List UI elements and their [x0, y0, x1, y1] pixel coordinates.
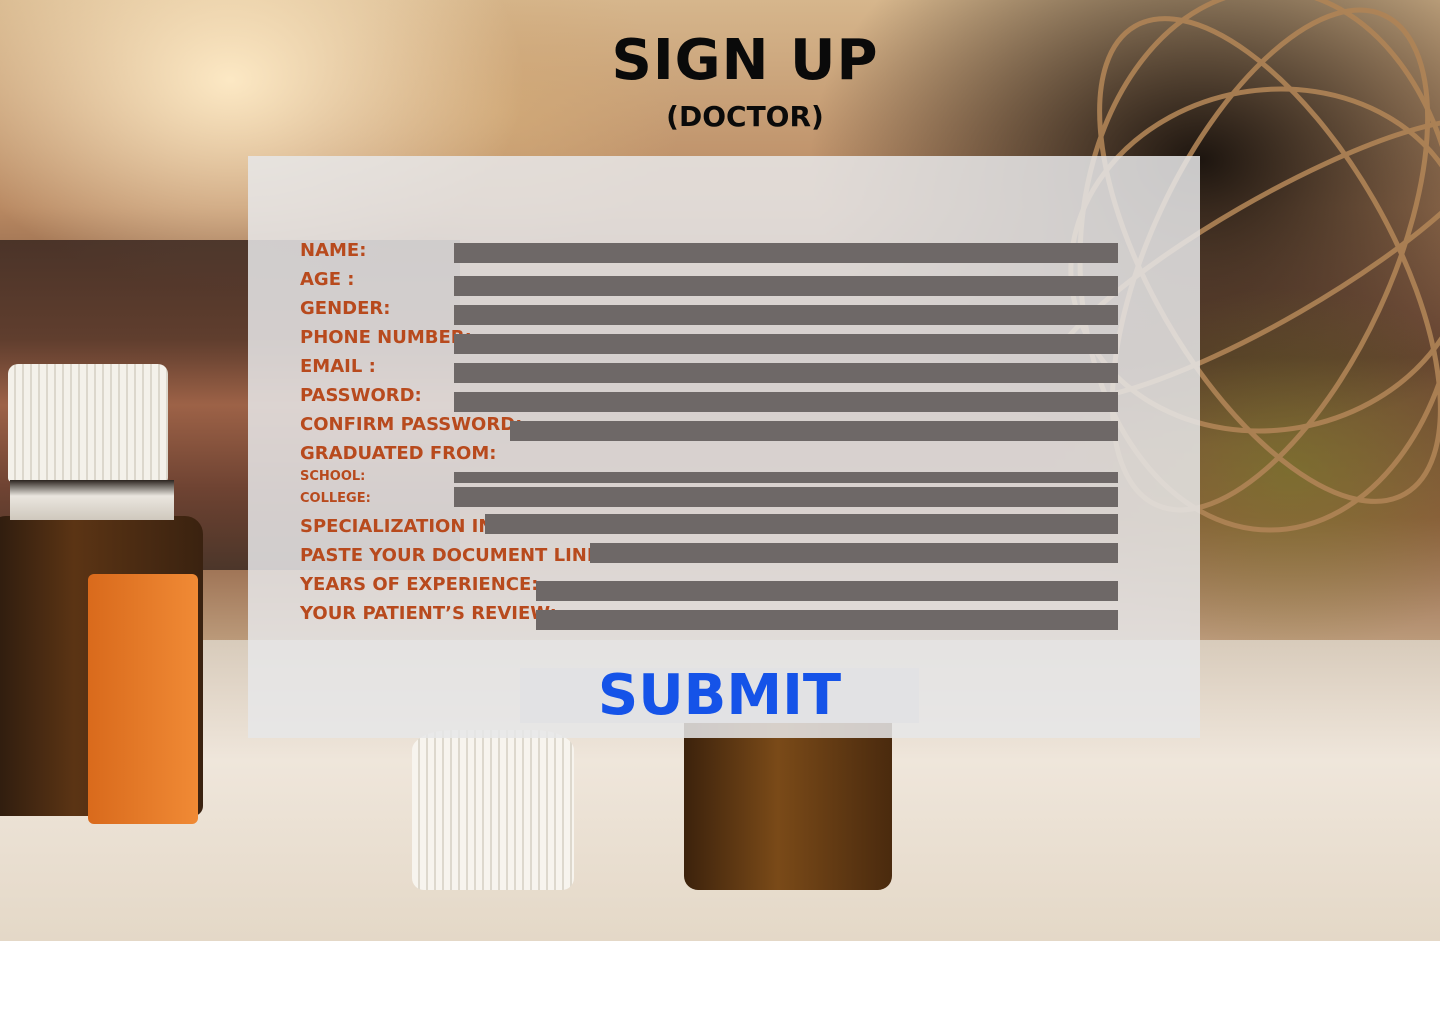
- page-title: SIGN UP: [611, 28, 879, 93]
- email-label: EMAIL :: [300, 356, 376, 377]
- school-label: SCHOOL:: [300, 469, 366, 484]
- patient-review-label: YOUR PATIENT’S REVIEW:: [300, 603, 557, 624]
- phone-number-label: PHONE NUMBER:: [300, 327, 472, 348]
- confirm-password-field[interactable]: [510, 421, 1118, 441]
- password-label: PASSWORD:: [300, 385, 422, 406]
- school-field[interactable]: [454, 472, 1118, 483]
- name-label: NAME:: [300, 240, 367, 261]
- specialization-field[interactable]: [485, 514, 1118, 534]
- age-label: AGE :: [300, 269, 355, 290]
- confirm-password-label: CONFIRM PASSWORD:: [300, 414, 523, 435]
- gender-label: GENDER:: [300, 298, 391, 319]
- document-link-field[interactable]: [590, 543, 1118, 563]
- name-field[interactable]: [454, 243, 1118, 263]
- age-field[interactable]: [454, 276, 1118, 296]
- page-subtitle: (DOCTOR): [666, 100, 824, 133]
- phone-number-field[interactable]: [454, 334, 1118, 354]
- college-field[interactable]: [454, 487, 1118, 507]
- bottle-cap-decoration: [412, 730, 574, 890]
- gender-field[interactable]: [454, 305, 1118, 325]
- email-field[interactable]: [454, 363, 1118, 383]
- patient-review-field[interactable]: [536, 610, 1118, 630]
- password-field[interactable]: [454, 392, 1118, 412]
- years-of-experience-label: YEARS OF EXPERIENCE:: [300, 574, 539, 595]
- doctor-signup-form: NAME: AGE : GENDER: PHONE NUMBER: EMAIL …: [248, 156, 1200, 738]
- specialization-label: SPECIALIZATION IN:: [300, 516, 501, 537]
- college-label: COLLEGE:: [300, 491, 371, 506]
- years-of-experience-field[interactable]: [536, 581, 1118, 601]
- graduated-from-label: GRADUATED FROM:: [300, 443, 497, 464]
- document-link-label: PASTE YOUR DOCUMENT LINK:: [300, 545, 608, 566]
- submit-button[interactable]: SUBMIT: [520, 668, 919, 724]
